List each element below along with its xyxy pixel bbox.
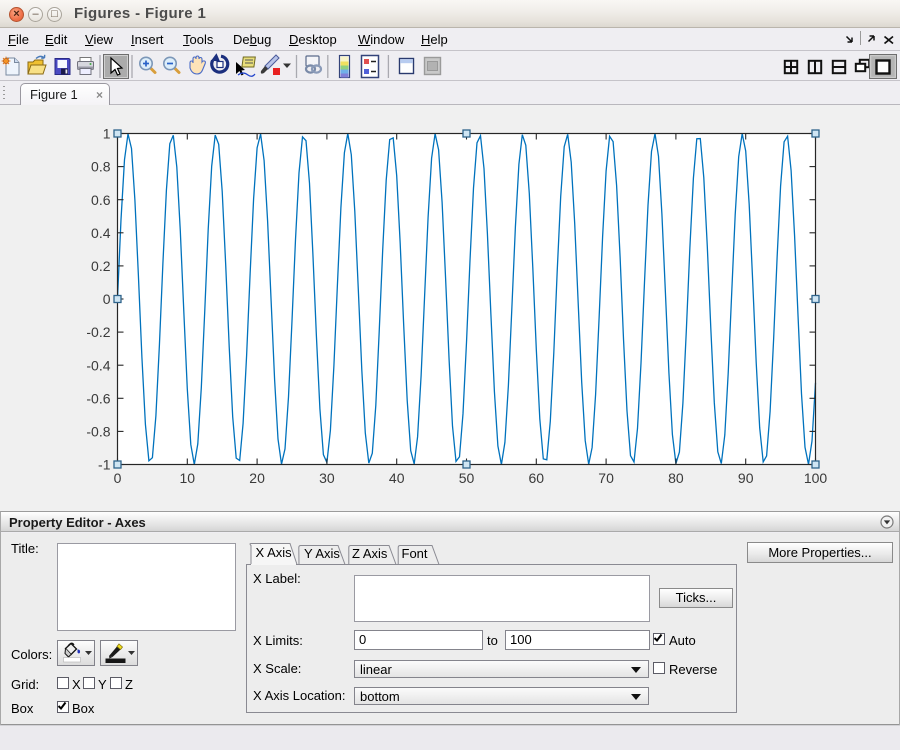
svg-text:50: 50 (459, 470, 475, 486)
svg-text:Font: Font (402, 546, 428, 561)
svg-text:1: 1 (103, 126, 111, 142)
svg-text:-0.6: -0.6 (86, 390, 110, 406)
svg-text:0: 0 (114, 470, 122, 486)
svg-text:-1: -1 (98, 457, 111, 473)
svg-text:30: 30 (319, 470, 335, 486)
svg-text:60: 60 (529, 470, 545, 486)
svg-text:-0.8: -0.8 (86, 424, 110, 440)
svg-text:0.8: 0.8 (91, 159, 111, 175)
svg-text:90: 90 (738, 470, 754, 486)
svg-text:0.2: 0.2 (91, 258, 111, 274)
svg-text:X Axis: X Axis (256, 545, 293, 560)
svg-text:40: 40 (389, 470, 405, 486)
svg-text:0.4: 0.4 (91, 225, 111, 241)
svg-text:Y Axis: Y Axis (304, 546, 340, 561)
svg-text:80: 80 (668, 470, 684, 486)
svg-text:-0.2: -0.2 (86, 324, 110, 340)
svg-text:0: 0 (103, 291, 111, 307)
svg-text:100: 100 (804, 470, 828, 486)
svg-text:10: 10 (180, 470, 196, 486)
svg-text:Z Axis: Z Axis (352, 546, 388, 561)
svg-text:0.6: 0.6 (91, 192, 111, 208)
svg-text:20: 20 (249, 470, 265, 486)
svg-text:70: 70 (598, 470, 614, 486)
svg-text:-0.4: -0.4 (86, 357, 110, 373)
